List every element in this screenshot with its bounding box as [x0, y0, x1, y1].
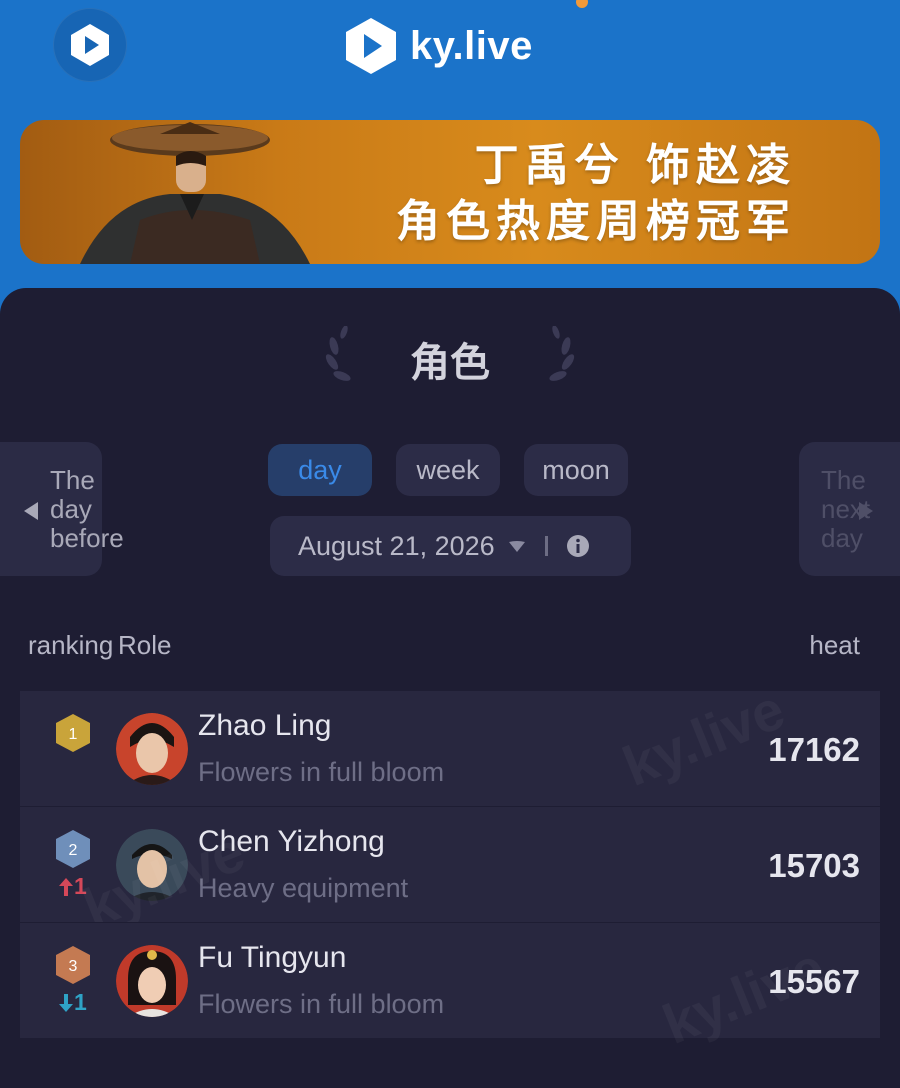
- date-selector[interactable]: August 21, 2026: [270, 516, 631, 576]
- next-day-button[interactable]: The next day: [799, 442, 900, 576]
- date-value: August 21, 2026: [298, 530, 495, 561]
- rank-number: 1: [69, 726, 78, 743]
- play-logo-icon: [71, 24, 109, 66]
- brand: ky.live: [344, 14, 533, 78]
- left-arrow-icon: [24, 502, 38, 520]
- tab-week[interactable]: week: [396, 444, 500, 496]
- previous-day-label-line: day: [50, 494, 92, 524]
- panel-title: 角色: [410, 340, 490, 386]
- table-row[interactable]: 2 1 Chen Yizhong Heavy equipment 15703 k…: [20, 806, 880, 940]
- banner-caption: 丁禹兮 饰赵凌 角色热度周榜冠军: [396, 138, 796, 250]
- rank-change-value: 1: [74, 989, 87, 1015]
- character-name: Zhao Ling: [198, 709, 332, 742]
- avatar: [116, 713, 188, 785]
- avatar: [116, 829, 188, 901]
- previous-day-label-line: before: [50, 523, 124, 553]
- next-day-label-line: The: [821, 465, 866, 495]
- app-logo-button[interactable]: [53, 8, 127, 82]
- ranking-table: ranking Role heat 1 Zhao Ling Flowers in…: [20, 600, 880, 1056]
- banner-line-2: 角色热度周榜冠军: [396, 196, 796, 247]
- previous-day-label-line: The: [50, 465, 95, 495]
- rank-number: 2: [69, 842, 78, 859]
- arrow-down-icon: [59, 993, 73, 1012]
- rank-number: 3: [69, 958, 78, 975]
- rank-badge-icon: 2: [56, 830, 90, 868]
- caret-down-icon: [508, 541, 525, 552]
- period-tabs: day week moon: [268, 444, 652, 496]
- character-name: Fu Tingyun: [198, 941, 347, 974]
- promo-banner[interactable]: 丁禹兮 饰赵凌 角色热度周榜冠军: [20, 120, 880, 264]
- heat-value: 15567: [768, 963, 860, 1000]
- header-heat: heat: [809, 630, 860, 660]
- previous-day-label: The day before: [50, 466, 124, 553]
- header-ranking: ranking: [28, 630, 114, 660]
- heat-value: 17162: [768, 731, 860, 768]
- tab-day[interactable]: day: [268, 444, 372, 496]
- rank-badge-icon: 3: [56, 946, 90, 984]
- banner-figure-image: [80, 122, 310, 264]
- header-role: Role: [118, 630, 172, 660]
- rank-change-value: 1: [74, 873, 87, 899]
- avatar: [116, 945, 188, 1017]
- rank-badge-icon: 1: [56, 714, 90, 752]
- info-icon[interactable]: [566, 534, 590, 558]
- next-day-label-line: day: [821, 523, 863, 553]
- table-row[interactable]: 1 Zhao Ling Flowers in full bloom 17162 …: [20, 677, 880, 806]
- brand-logo-icon: [346, 18, 396, 74]
- app-header: ky.live: [0, 0, 900, 110]
- drama-title: Flowers in full bloom: [198, 989, 445, 1019]
- table-row[interactable]: 3 1 Fu Tingyun Flowers in full bloom 155…: [20, 922, 880, 1056]
- rank-change-down: 1: [58, 989, 87, 1016]
- panel-title-row: 角色: [0, 288, 900, 416]
- divider: [544, 536, 548, 556]
- table-header: ranking Role heat: [20, 600, 880, 690]
- rank-change-up: 1: [58, 873, 87, 900]
- heat-value: 15703: [768, 847, 860, 884]
- watermark: ky.live: [614, 676, 793, 799]
- drama-title: Flowers in full bloom: [198, 757, 445, 787]
- notification-dot: [576, 0, 588, 8]
- previous-day-button[interactable]: The day before: [0, 442, 124, 576]
- banner-line-1: 丁禹兮 饰赵凌: [474, 140, 796, 191]
- ranking-panel: 角色 The day before The next day day week …: [0, 288, 900, 1088]
- brand-name: ky.live: [410, 23, 533, 68]
- drama-title: Heavy equipment: [198, 873, 409, 903]
- tab-moon[interactable]: moon: [524, 444, 628, 496]
- right-arrow-icon: [859, 502, 873, 520]
- arrow-up-icon: [59, 877, 73, 896]
- character-name: Chen Yizhong: [198, 825, 385, 858]
